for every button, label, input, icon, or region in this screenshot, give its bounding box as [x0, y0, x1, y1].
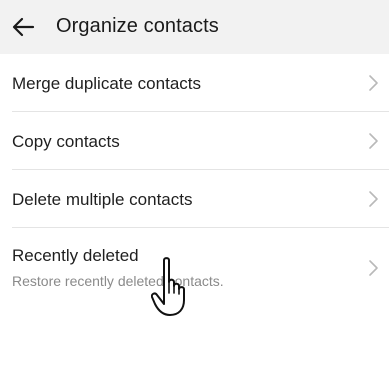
chevron-right-icon [369, 133, 378, 149]
chevron-right-icon [369, 260, 378, 276]
list-item-sublabel: Restore recently deleted contacts. [12, 273, 224, 289]
organize-options-list: Merge duplicate contacts Copy contacts D… [0, 54, 389, 310]
copy-contacts-item[interactable]: Copy contacts [0, 112, 389, 170]
chevron-right-icon [369, 75, 378, 91]
list-item-label: Delete multiple contacts [12, 190, 193, 209]
list-item-label: Recently deleted [12, 246, 139, 265]
recently-deleted-item[interactable]: Recently deleted Restore recently delete… [0, 228, 389, 310]
list-item-label: Copy contacts [12, 132, 120, 151]
chevron-right-icon [369, 191, 378, 207]
app-header: Organize contacts [0, 0, 389, 54]
delete-multiple-contacts-item[interactable]: Delete multiple contacts [0, 170, 389, 228]
page-title: Organize contacts [56, 15, 219, 37]
arrow-left-icon [12, 17, 35, 37]
merge-duplicate-contacts-item[interactable]: Merge duplicate contacts [0, 54, 389, 112]
back-button[interactable] [9, 12, 39, 42]
list-item-label: Merge duplicate contacts [12, 74, 201, 93]
